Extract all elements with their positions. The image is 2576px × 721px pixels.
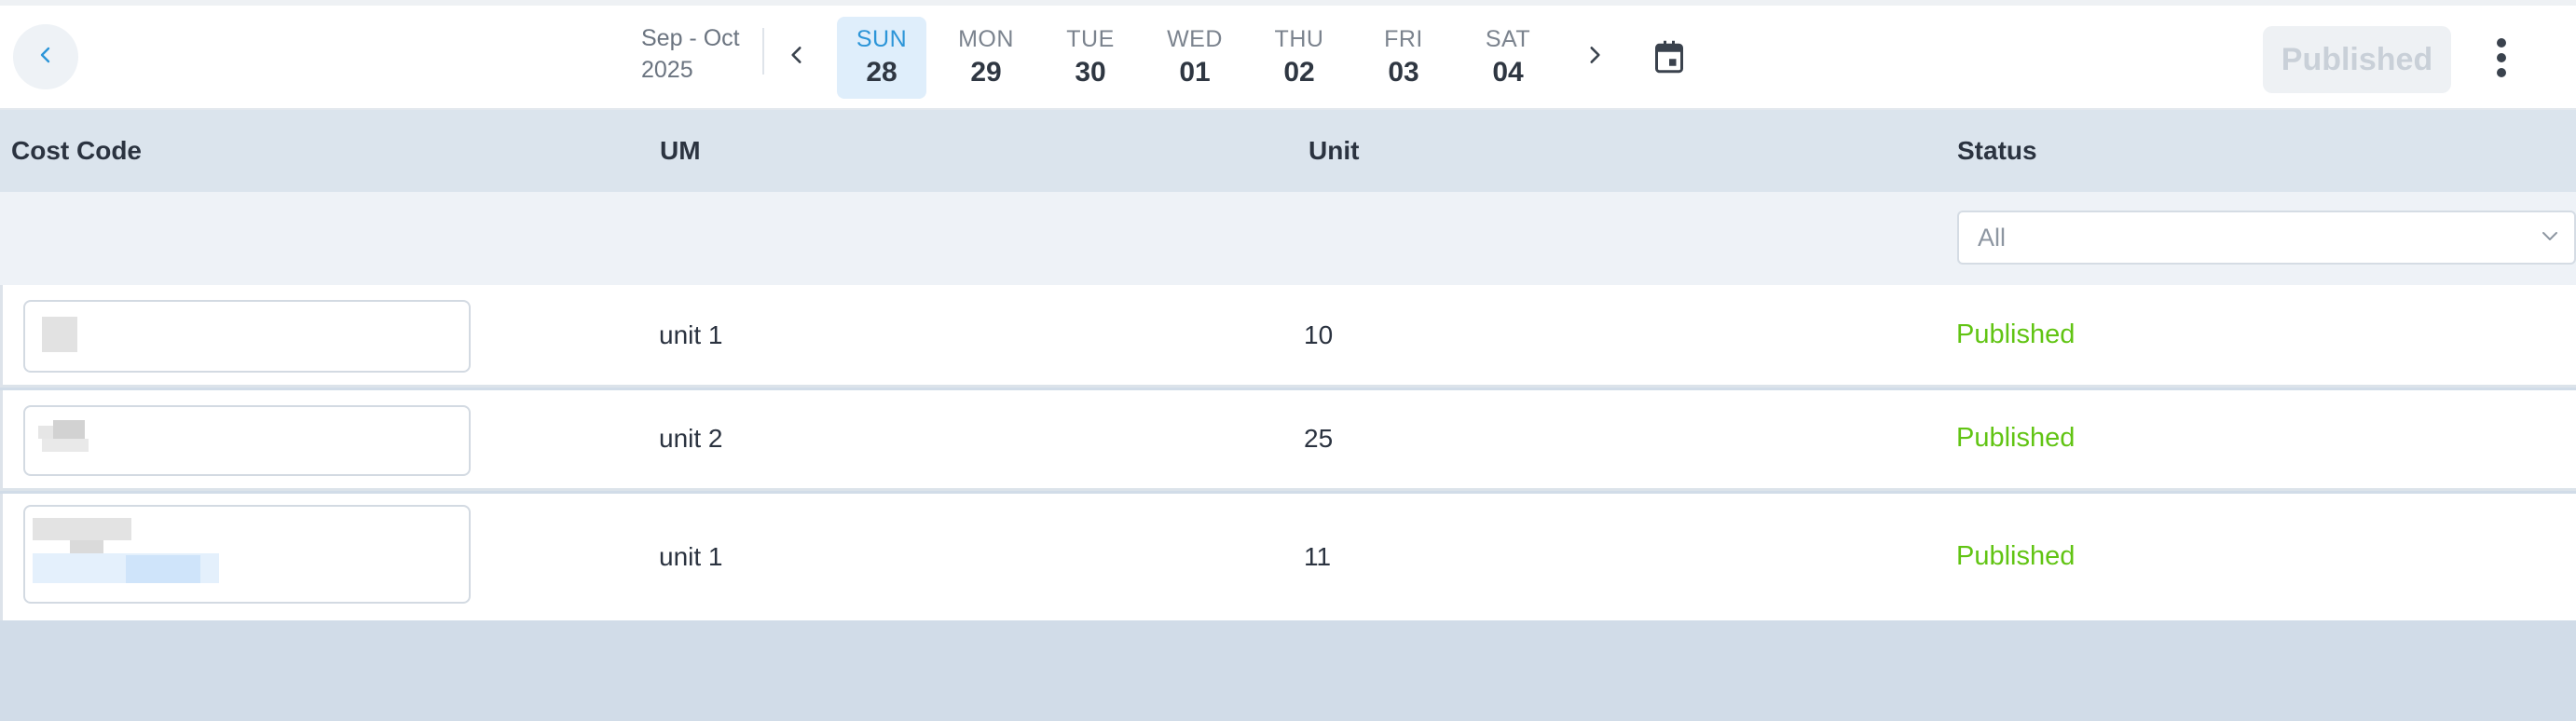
table-row[interactable]: unit 1 11 Published <box>0 494 2576 620</box>
calendar-button[interactable] <box>1646 35 1692 82</box>
more-menu-button[interactable] <box>2483 30 2520 89</box>
status-filter-value: All <box>1978 224 2007 252</box>
day-name: MON <box>958 26 1014 52</box>
day-name: FRI <box>1384 26 1423 52</box>
day-sat[interactable]: SAT 04 <box>1463 17 1553 99</box>
chevron-left-icon <box>785 43 809 72</box>
status-cell: Published <box>1956 541 2076 571</box>
table-row[interactable]: unit 2 25 Published <box>0 390 2576 491</box>
um-cell: unit 2 <box>659 424 723 453</box>
day-date: 29 <box>970 57 1002 88</box>
publish-button[interactable]: Published <box>2263 26 2451 93</box>
column-header-cost-code[interactable]: Cost Code <box>11 110 142 192</box>
date-range: Sep - Oct 2025 <box>641 22 762 86</box>
day-name: SAT <box>1485 26 1531 52</box>
table-row[interactable]: unit 1 10 Published <box>0 285 2576 388</box>
day-sun[interactable]: SUN 28 <box>837 17 926 99</box>
day-name: SUN <box>856 26 908 52</box>
day-date: 30 <box>1075 57 1106 88</box>
cost-code-field[interactable] <box>23 300 471 373</box>
top-bar: Sep - Oct 2025 SUN 28 MON 29 TUE 30 WED … <box>0 0 2576 110</box>
chevron-left-icon <box>34 44 57 71</box>
status-cell: Published <box>1956 423 2076 453</box>
redacted-content <box>42 317 77 352</box>
redacted-content <box>42 439 89 452</box>
chevron-down-icon <box>2539 212 2561 279</box>
unit-cell: 25 <box>1304 424 1334 453</box>
day-date: 04 <box>1492 57 1524 88</box>
um-cell: unit 1 <box>659 542 723 571</box>
status-filter-select[interactable]: All <box>1957 211 2576 265</box>
cost-code-field[interactable] <box>23 405 471 476</box>
calendar-icon <box>1652 39 1686 79</box>
redacted-content <box>33 518 131 540</box>
um-cell: unit 1 <box>659 320 723 349</box>
day-date: 28 <box>866 57 897 88</box>
day-tue[interactable]: TUE 30 <box>1046 17 1135 99</box>
previous-week-button[interactable] <box>774 34 820 80</box>
status-cell: Published <box>1956 320 2076 349</box>
column-header-um[interactable]: UM <box>660 110 701 192</box>
table-header: Cost Code UM Unit Status <box>0 110 2576 192</box>
redacted-content <box>126 555 200 583</box>
next-week-button[interactable] <box>1571 34 1618 80</box>
day-fri[interactable]: FRI 03 <box>1359 17 1448 99</box>
divider <box>762 28 764 75</box>
day-name: WED <box>1167 26 1223 52</box>
day-mon[interactable]: MON 29 <box>941 17 1031 99</box>
more-vertical-icon <box>2495 37 2508 83</box>
date-range-months: Sep - Oct <box>641 25 740 51</box>
cost-code-field[interactable] <box>23 505 471 604</box>
unit-cell: 11 <box>1304 542 1332 571</box>
day-thu[interactable]: THU 02 <box>1254 17 1344 99</box>
day-wed[interactable]: WED 01 <box>1150 17 1240 99</box>
day-name: TUE <box>1066 26 1115 52</box>
chevron-right-icon <box>1583 43 1607 72</box>
unit-cell: 10 <box>1304 320 1334 349</box>
column-header-unit[interactable]: Unit <box>1309 110 1359 192</box>
day-date: 01 <box>1179 57 1211 88</box>
filter-row: All <box>0 192 2576 285</box>
day-date: 02 <box>1283 57 1315 88</box>
back-button[interactable] <box>13 24 78 89</box>
column-header-status[interactable]: Status <box>1957 110 2037 192</box>
redacted-content <box>53 420 85 439</box>
day-date: 03 <box>1388 57 1419 88</box>
day-name: THU <box>1274 26 1324 52</box>
date-range-year: 2025 <box>641 57 693 83</box>
